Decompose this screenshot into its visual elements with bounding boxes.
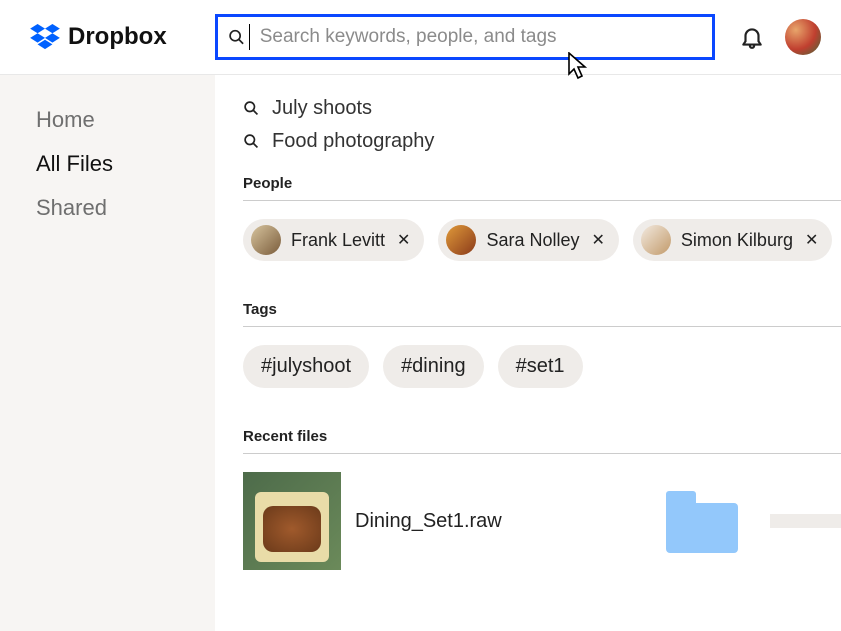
search-icon [243, 133, 260, 150]
suggestion-item[interactable]: Food photography [243, 130, 841, 153]
divider [243, 326, 841, 327]
file-name[interactable]: Dining_Set1.raw [355, 510, 502, 533]
tag-chips: #julyshoot #dining #set1 [243, 345, 841, 388]
person-chip[interactable]: Frank Levitt ✕ [243, 219, 424, 261]
bell-icon[interactable] [739, 24, 765, 50]
sidebar: Home All Files Shared [0, 75, 215, 631]
app-header: Dropbox [0, 0, 841, 75]
suggestion-label: July shoots [272, 97, 372, 120]
person-name: Simon Kilburg [681, 230, 793, 251]
person-chip[interactable]: Sara Nolley ✕ [438, 219, 618, 261]
person-chip[interactable]: Simon Kilburg ✕ [633, 219, 832, 261]
text-cursor [249, 24, 250, 50]
avatar [641, 225, 671, 255]
people-section-title: People [243, 175, 841, 192]
tag-chip[interactable]: #dining [383, 345, 484, 388]
tag-chip[interactable]: #julyshoot [243, 345, 369, 388]
suggestion-item[interactable]: July shoots [243, 97, 841, 120]
folder-icon[interactable] [666, 491, 738, 551]
divider [243, 200, 841, 201]
placeholder-bar [770, 514, 841, 528]
suggestion-label: Food photography [272, 130, 434, 153]
search-icon [243, 100, 260, 117]
search-suggestions: July shoots Food photography [243, 97, 841, 153]
search-input[interactable] [260, 26, 702, 48]
avatar [446, 225, 476, 255]
sidebar-item-home[interactable]: Home [36, 107, 215, 133]
tags-section-title: Tags [243, 301, 841, 318]
dropbox-logo[interactable]: Dropbox [30, 23, 215, 51]
people-chips: Frank Levitt ✕ Sara Nolley ✕ Simon Kilbu… [243, 219, 841, 261]
header-actions [739, 19, 821, 55]
person-name: Frank Levitt [291, 230, 385, 251]
recent-files: Dining_Set1.raw [243, 472, 841, 570]
search-icon [228, 28, 245, 46]
file-thumbnail[interactable] [243, 472, 341, 570]
person-name: Sara Nolley [486, 230, 579, 251]
avatar [251, 225, 281, 255]
close-icon[interactable]: ✕ [592, 230, 605, 250]
sidebar-item-all-files[interactable]: All Files [36, 151, 215, 177]
close-icon[interactable]: ✕ [805, 230, 818, 250]
close-icon[interactable]: ✕ [397, 230, 410, 250]
recent-section-title: Recent files [243, 428, 841, 445]
main-panel: July shoots Food photography People Fran… [215, 75, 841, 631]
account-avatar[interactable] [785, 19, 821, 55]
tag-chip[interactable]: #set1 [498, 345, 583, 388]
sidebar-item-shared[interactable]: Shared [36, 195, 215, 221]
dropbox-icon [30, 24, 60, 50]
search-bar[interactable] [215, 14, 715, 60]
divider [243, 453, 841, 454]
brand-name: Dropbox [68, 23, 167, 51]
